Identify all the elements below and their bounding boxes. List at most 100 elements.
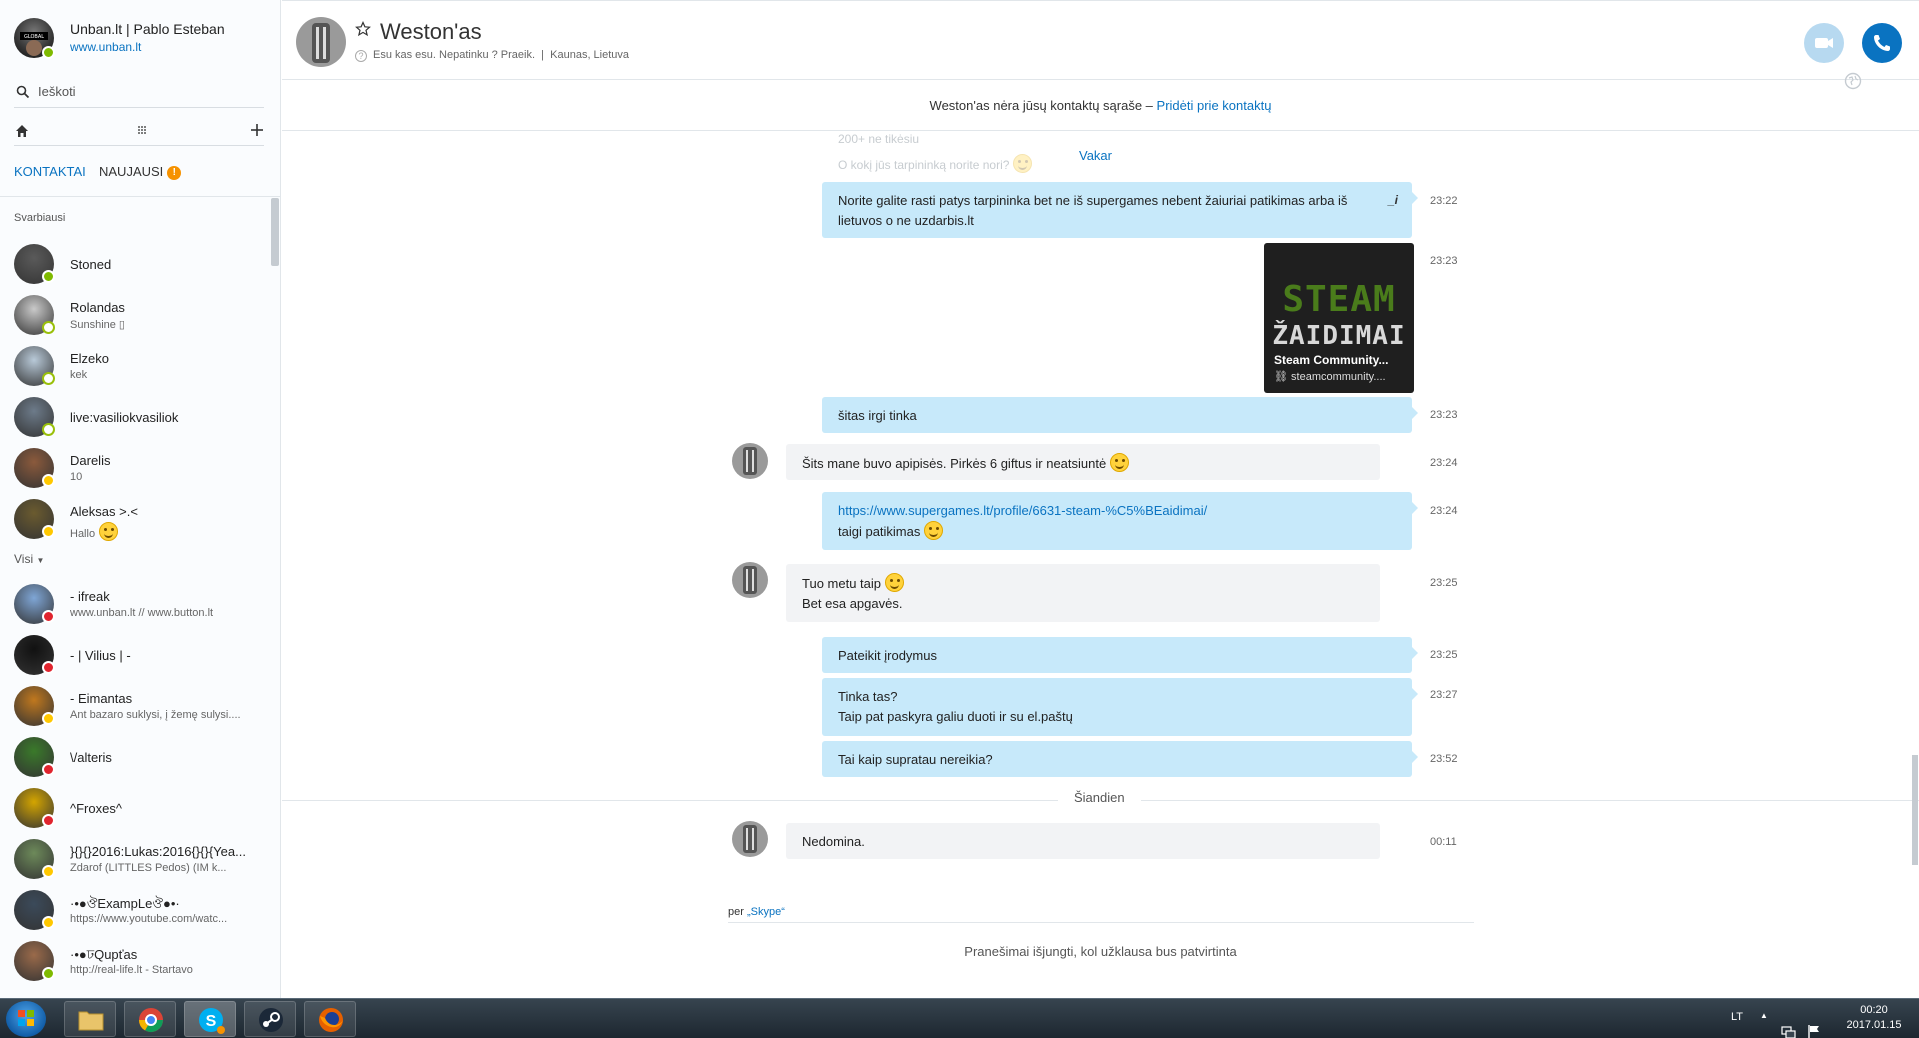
message-bubble[interactable]: Tai kaip supratau nereikia? <box>822 741 1418 777</box>
taskbar-chrome[interactable] <box>124 1001 176 1037</box>
status-offline-icon <box>42 423 55 436</box>
contact-name: Elzeko <box>70 351 110 366</box>
faded-message-2-text: O kokį jūs tarpininką norite nori? <box>838 158 1010 172</box>
status-away-icon <box>42 474 55 487</box>
clock-time: 00:20 <box>1860 1004 1888 1016</box>
contact-mood-text: www.unban.lt // www.button.lt <box>70 607 214 619</box>
tab-contacts[interactable]: KONTAKTAI <box>14 164 86 179</box>
message-link[interactable]: https://www.supergames.lt/profile/6631-s… <box>838 503 1207 518</box>
contact-name: - Eimantas <box>70 691 133 706</box>
message-bubble[interactable]: šitas irgi tinka <box>822 397 1418 433</box>
contact-name: Aleksas >.< <box>70 504 138 519</box>
contact-item[interactable]: ·•●ঔExampLeঔ●•· https://www.youtube.com/w… <box>14 888 266 934</box>
contact-mood: Zdarof (LITTLES Pedos) (IM k... <box>70 862 266 874</box>
contact-item[interactable]: }{}{}2016:Lukas:2016{}{}{Yea... Zdarof (L… <box>14 837 266 883</box>
chat-avatar[interactable] <box>296 17 346 67</box>
chat-subtitle-separator: | <box>538 49 548 61</box>
message-text: taigi patikimas <box>838 524 921 539</box>
message-text: Šits mane buvo apipisės. Pirkės 6 giftus… <box>802 456 1107 471</box>
link-preview-card[interactable]: STEAM ŽAIDIMAI Steam Community... ⛓ stea… <box>1264 243 1414 393</box>
via-prefix: per <box>728 906 747 918</box>
message-bubble[interactable]: Nedomina. <box>786 823 1380 859</box>
chat-scrollbar[interactable] <box>1912 755 1918 865</box>
search-input[interactable]: Ieškoti <box>38 84 76 99</box>
network-icon[interactable] <box>1780 1011 1796 1038</box>
message-bubble[interactable]: Pateikit įrodymus <box>822 637 1418 673</box>
sender-avatar[interactable] <box>732 562 768 598</box>
contact-item[interactable]: - Eimantas Ant bazaro suklysi, į žemę sul… <box>14 684 266 730</box>
input-divider <box>728 922 1474 923</box>
contact-item[interactable]: live:vasiliokvasiliok <box>14 395 266 441</box>
message-time: 23:25 <box>1430 577 1458 589</box>
profile[interactable]: GLOBAL Unban.lt | Pablo Esteban www.unba… <box>14 18 274 60</box>
sidebar-toolbar <box>14 120 264 146</box>
section-all-label: Visi <box>14 552 34 566</box>
contact-name: \/alteris <box>70 750 112 765</box>
contact-item[interactable]: - | Vilius | - <box>14 633 266 679</box>
status-dnd-icon <box>42 661 55 674</box>
contact-item[interactable]: \/alteris <box>14 735 266 781</box>
message-time: 23:27 <box>1430 689 1458 701</box>
faded-message-1: 200+ ne tikėsiu <box>838 132 920 146</box>
message-bubble[interactable]: https://www.supergames.lt/profile/6631-s… <box>822 492 1418 550</box>
folder-icon <box>78 1011 104 1031</box>
contact-item[interactable]: Elzeko kek <box>14 344 266 390</box>
contact-item[interactable]: Stoned <box>14 242 266 288</box>
add-icon[interactable] <box>250 123 264 137</box>
preview-link: ⛓ steamcommunity.... <box>1274 370 1386 383</box>
sender-avatar[interactable] <box>732 821 768 857</box>
dialpad-icon[interactable] <box>134 123 150 139</box>
message-time: 23:52 <box>1430 753 1458 765</box>
contact-item[interactable]: ·•●ঢQupťas http://real-life.lt - Startavo <box>14 939 266 985</box>
contact-mood: Sunshine ▯ <box>70 318 266 331</box>
message-text: Taip pat paskyra galiu duoti ir su el.pa… <box>838 709 1073 724</box>
day-label-today: Šiandien <box>1058 790 1141 805</box>
message-bubble[interactable]: Šits mane buvo apipisės. Pirkės 6 giftus… <box>786 444 1380 480</box>
contact-item[interactable]: Darelis 10 <box>14 446 266 492</box>
contact-item[interactable]: Aleksas >.< Hallo <box>14 497 266 543</box>
chat-title[interactable]: Weston'as <box>380 19 482 45</box>
search-box[interactable]: Ieškoti <box>14 82 264 108</box>
add-to-contacts-link[interactable]: Pridėti prie kontaktų <box>1157 98 1272 113</box>
message-time: 23:25 <box>1430 649 1458 661</box>
sidebar-scrollbar[interactable] <box>271 198 279 266</box>
home-icon[interactable] <box>14 123 30 139</box>
taskbar-explorer[interactable] <box>64 1001 116 1037</box>
star-icon[interactable] <box>355 21 371 37</box>
taskbar-firefox[interactable] <box>304 1001 356 1037</box>
taskbar-steam[interactable] <box>244 1001 296 1037</box>
via-app[interactable]: „Skype“ <box>747 906 785 918</box>
contact-item[interactable]: ^Froxes^ <box>14 786 266 832</box>
message-bubble[interactable]: Tinka tas? Taip pat paskyra galiu duoti … <box>822 678 1418 736</box>
video-call-button[interactable] <box>1804 23 1844 63</box>
profile-name[interactable]: Unban.lt | Pablo Esteban <box>70 21 225 37</box>
message-text: Pateikit įrodymus <box>838 648 937 663</box>
message-bubble[interactable]: Norite galite rasti patys tarpininka bet… <box>822 182 1418 238</box>
status-away-icon <box>42 712 55 725</box>
contact-name: Darelis <box>70 453 111 468</box>
profile-status-online-icon <box>42 46 55 59</box>
audio-call-button[interactable] <box>1862 23 1902 63</box>
chat-mood: Esu kas esu. Nepatinku ? Praeik. <box>373 49 536 61</box>
tray-expand-icon[interactable]: ▲ <box>1760 1011 1768 1038</box>
status-dnd-icon <box>42 763 55 776</box>
contact-item[interactable]: Rolandas Sunshine ▯ <box>14 293 266 339</box>
contact-mood-text: 10 <box>70 471 83 483</box>
preview-image-word-1: STEAM <box>1282 279 1396 320</box>
flag-icon[interactable] <box>1806 1011 1822 1038</box>
start-button[interactable] <box>6 1001 46 1037</box>
tray-language[interactable]: LT <box>1731 1011 1743 1038</box>
sender-avatar[interactable] <box>732 443 768 479</box>
taskbar-skype[interactable]: S <box>184 1001 236 1037</box>
message-time: 23:23 <box>1430 255 1458 267</box>
chevron-down-icon: ▼ <box>36 556 45 565</box>
contact-name: Rolandas <box>70 300 125 315</box>
message-bubble[interactable]: Tuo metu taip Bet esa apgavės. <box>786 564 1380 622</box>
profile-link[interactable]: www.unban.lt <box>70 40 141 54</box>
section-all-toggle[interactable]: Visi ▼ <box>14 552 44 566</box>
contact-item[interactable]: - ifreak www.unban.lt // www.button.lt <box>14 582 266 628</box>
taskbar-clock[interactable]: 00:20 2017.01.15 <box>1836 1003 1912 1033</box>
phone-icon <box>1874 35 1890 51</box>
tab-recent[interactable]: NAUJAUSI! <box>99 164 182 180</box>
message-text: Tuo metu taip <box>802 576 882 591</box>
